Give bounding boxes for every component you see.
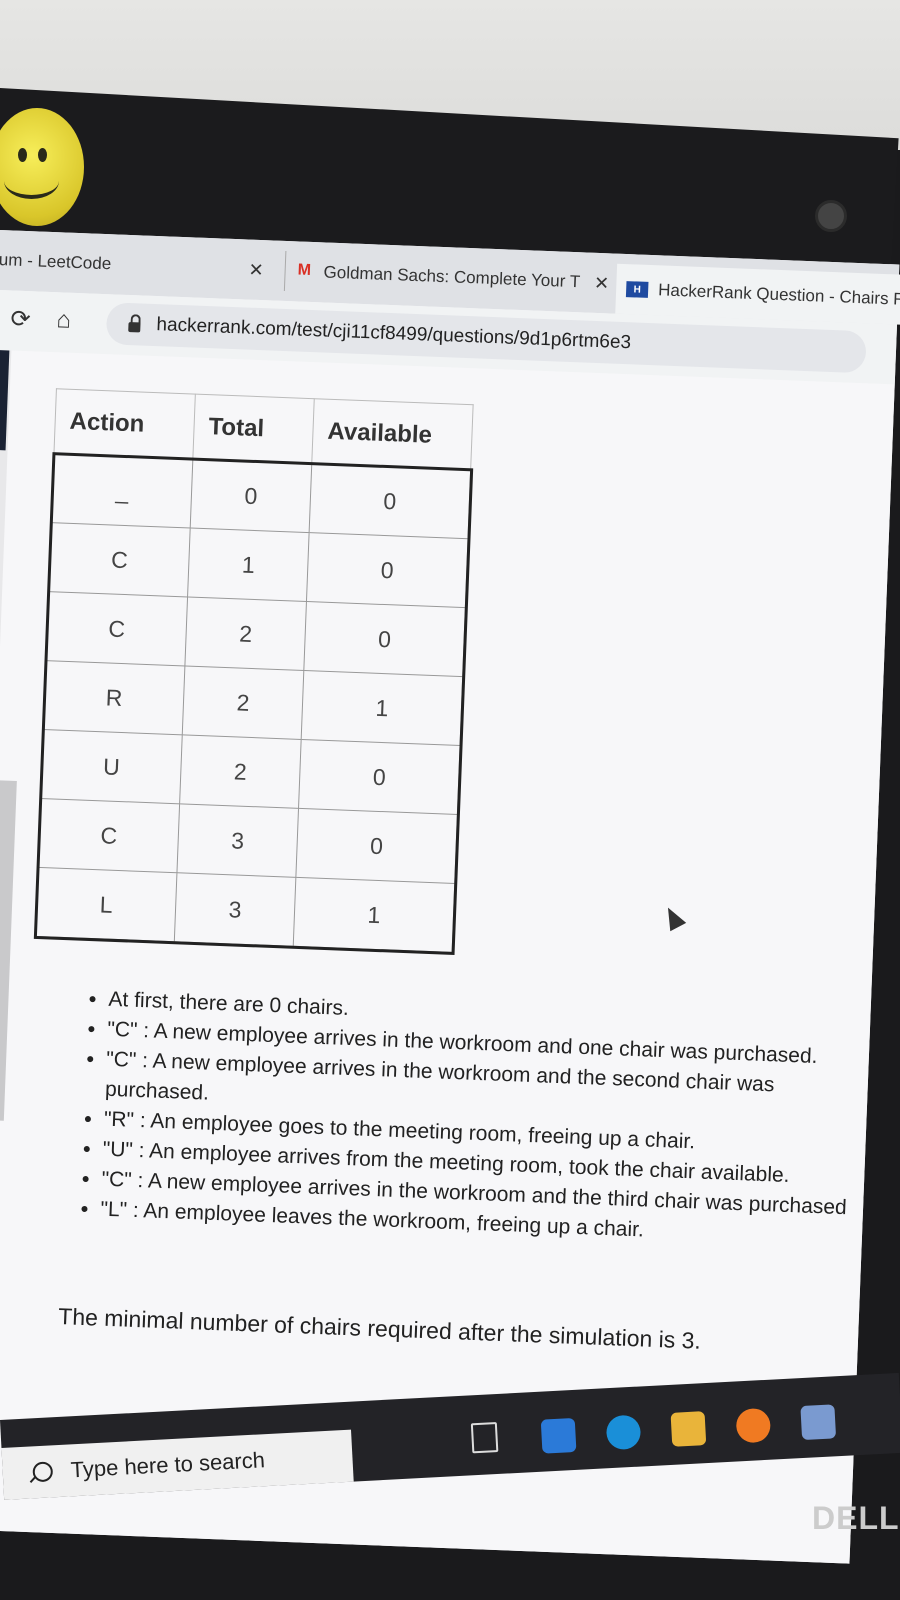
cell-available: 0 (298, 739, 461, 815)
tab-leetcode-label: um - LeetCode (0, 249, 112, 274)
tab-close-icon[interactable]: ✕ (594, 272, 610, 294)
mouse-cursor-icon (660, 903, 687, 932)
firefox-icon[interactable] (735, 1407, 772, 1444)
edge-icon[interactable] (605, 1414, 642, 1451)
cell-total: 1 (187, 528, 310, 602)
explanation-list: At first, there are 0 chairs. "C" : A ne… (80, 984, 869, 1254)
table-row: L 3 1 (35, 867, 455, 953)
cell-action: U (40, 729, 183, 804)
cell-action: C (46, 591, 188, 666)
sticker-eye-icon (38, 148, 47, 162)
tab-goldman-sachs-label: Goldman Sachs: Complete Your T (323, 262, 581, 292)
lock-icon (128, 322, 141, 333)
sticker-eye-icon (18, 148, 27, 162)
tab-leetcode[interactable]: um - LeetCode (0, 240, 112, 284)
tab-goldman-sachs[interactable]: Goldman Sachs: Complete Your T ✕ (283, 250, 610, 304)
tab-hackerrank-label: HackerRank Question - Chairs Re (657, 280, 900, 310)
cell-available: 0 (309, 463, 471, 539)
tab-leetcode-close-icon[interactable]: ✕ (234, 249, 265, 290)
cell-available: 1 (293, 877, 455, 953)
header-total: Total (192, 394, 315, 464)
monitor-screen: um - LeetCode ✕ Goldman Sachs: Complete … (0, 230, 900, 1564)
cell-total: 2 (179, 734, 302, 809)
sticker-smile-icon (4, 163, 59, 199)
cell-total: 3 (174, 872, 296, 947)
cell-total: 2 (182, 665, 304, 740)
chairs-table: Action Total Available _ 0 0 C 1 0 C 2 0… (33, 388, 474, 955)
hackerrank-icon: H (625, 281, 649, 298)
cell-available: 0 (295, 808, 458, 884)
scrollbar-thumb[interactable] (0, 779, 17, 1121)
cell-action: L (35, 867, 177, 942)
home-icon[interactable]: ⌂ (56, 306, 72, 335)
cell-available: 0 (306, 532, 468, 608)
cell-action: C (48, 522, 191, 597)
header-available: Available (311, 398, 474, 470)
webcam (815, 200, 847, 232)
cell-total: 3 (176, 803, 299, 878)
app-icon[interactable] (800, 1404, 837, 1441)
search-placeholder: Type here to search (70, 1447, 266, 1483)
cell-action: R (43, 660, 185, 735)
cell-total: 2 (184, 596, 307, 671)
cell-total: 0 (190, 459, 312, 533)
reload-icon[interactable]: ⟳ (10, 304, 31, 334)
url-text: hackerrank.com/test/cji11cf8499/question… (156, 314, 632, 354)
mail-icon[interactable] (540, 1417, 577, 1454)
cell-available: 1 (301, 670, 463, 746)
header-action: Action (53, 388, 196, 460)
gmail-icon (297, 265, 313, 278)
task-view-icon[interactable] (470, 1422, 499, 1454)
summary-text: The minimal number of chairs required af… (57, 1303, 702, 1354)
search-icon (32, 1461, 54, 1483)
cell-available: 0 (303, 601, 466, 677)
cell-action: _ (51, 453, 193, 529)
cell-action: C (38, 798, 180, 873)
file-explorer-icon[interactable] (670, 1411, 707, 1447)
dell-logo: DELL (812, 1500, 900, 1536)
